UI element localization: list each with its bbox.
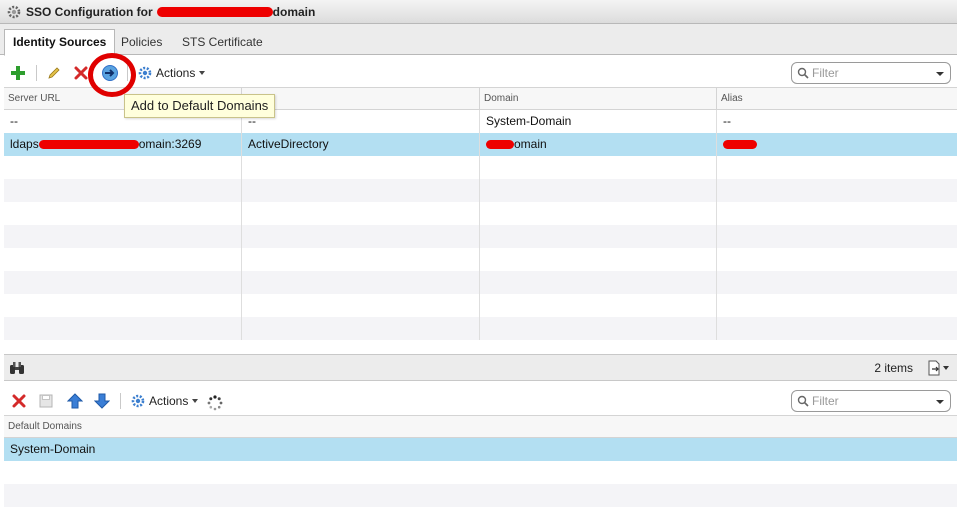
- server-url-suffix: omain:3269: [138, 137, 202, 151]
- chevron-down-icon: [943, 366, 949, 370]
- default-domains-toolbar: Actions Filter: [0, 384, 957, 418]
- annotation-circle: [88, 53, 136, 97]
- cell-server-url: ldaps omain:3269: [4, 133, 242, 156]
- table-row: [4, 294, 957, 317]
- table-row: [4, 202, 957, 225]
- table-row: [4, 317, 957, 340]
- column-header-domain[interactable]: Domain: [480, 88, 717, 110]
- tab-bar: Identity Sources Policies STS Certificat…: [0, 24, 957, 56]
- toolbar-separator: [120, 393, 121, 409]
- filter-placeholder: Filter: [812, 66, 839, 80]
- window-title-prefix: SSO Configuration for: [26, 4, 153, 19]
- redaction-mark: [723, 140, 757, 150]
- chevron-down-icon: [192, 399, 199, 403]
- default-domains-table: Default Domains System-Domain: [4, 415, 957, 521]
- move-down-icon[interactable]: [93, 392, 111, 410]
- table-header: Default Domains: [4, 416, 957, 438]
- items-count: 2 items: [874, 361, 913, 375]
- gear-icon: [6, 4, 22, 20]
- list-item: [4, 461, 957, 484]
- search-icon: [797, 395, 809, 410]
- cell-domain: System-Domain: [480, 110, 717, 133]
- cell-alias: [717, 133, 957, 156]
- actions-gear-icon: [137, 65, 153, 81]
- chevron-down-icon[interactable]: [936, 400, 944, 404]
- title-bar: SSO Configuration for domain: [0, 0, 957, 24]
- list-item[interactable]: System-Domain: [4, 438, 957, 461]
- loading-icon: [206, 394, 224, 412]
- cell-alias: --: [723, 114, 731, 128]
- actions-menu[interactable]: Actions: [130, 393, 199, 409]
- actions-menu[interactable]: Actions: [137, 65, 206, 81]
- tab-sts-certificate[interactable]: STS Certificate: [174, 30, 271, 55]
- move-up-icon[interactable]: [66, 392, 84, 410]
- tab-policies[interactable]: Policies: [113, 30, 170, 55]
- default-domain-name: System-Domain: [10, 442, 96, 456]
- redaction-mark: [156, 6, 273, 17]
- table-row: [4, 156, 957, 179]
- cell-type: ActiveDirectory: [242, 133, 480, 156]
- window-title-suffix: domain: [272, 4, 316, 19]
- identity-sources-table: Server URL Domain Alias -- -- System-Dom…: [4, 87, 957, 354]
- chevron-down-icon: [199, 71, 206, 75]
- cell-domain: omain: [480, 133, 717, 156]
- column-header-alias[interactable]: Alias: [717, 88, 957, 110]
- table-row: [4, 179, 957, 202]
- filter-placeholder: Filter: [812, 394, 839, 408]
- edit-icon[interactable]: [45, 64, 63, 82]
- delete-icon[interactable]: [10, 392, 28, 410]
- search-icon: [797, 67, 809, 82]
- column-header-type[interactable]: [242, 88, 480, 110]
- table-footer: 2 items: [4, 354, 957, 381]
- column-header-default-domains[interactable]: Default Domains: [4, 416, 957, 438]
- chevron-down-icon[interactable]: [936, 72, 944, 76]
- export-button[interactable]: [927, 360, 949, 376]
- server-url-prefix: ldaps: [10, 137, 39, 151]
- list-item: [4, 507, 957, 521]
- table-row: [4, 271, 957, 294]
- identity-sources-toolbar: Actions Filter: [0, 56, 957, 90]
- actions-label: Actions: [156, 66, 196, 80]
- identity-sources-filter-input[interactable]: Filter: [791, 62, 951, 84]
- table-row: [4, 225, 957, 248]
- redaction-mark: [38, 140, 139, 150]
- toolbar-separator: [36, 65, 37, 81]
- list-item: [4, 484, 957, 507]
- redaction-mark: [486, 140, 514, 150]
- table-row: [4, 248, 957, 271]
- cell-type: --: [242, 110, 480, 133]
- actions-label: Actions: [149, 394, 189, 408]
- tab-identity-sources[interactable]: Identity Sources: [4, 29, 116, 56]
- tooltip: Add to Default Domains: [124, 94, 276, 118]
- binoculars-icon[interactable]: [9, 361, 25, 378]
- domain-suffix: omain: [514, 137, 547, 151]
- table-row[interactable]: ldaps omain:3269 ActiveDirectory omain: [4, 133, 957, 156]
- default-domains-filter-input[interactable]: Filter: [791, 390, 951, 412]
- add-icon[interactable]: [9, 64, 27, 82]
- actions-gear-icon: [130, 393, 146, 409]
- export-icon: [927, 360, 941, 376]
- save-icon[interactable]: [37, 392, 55, 410]
